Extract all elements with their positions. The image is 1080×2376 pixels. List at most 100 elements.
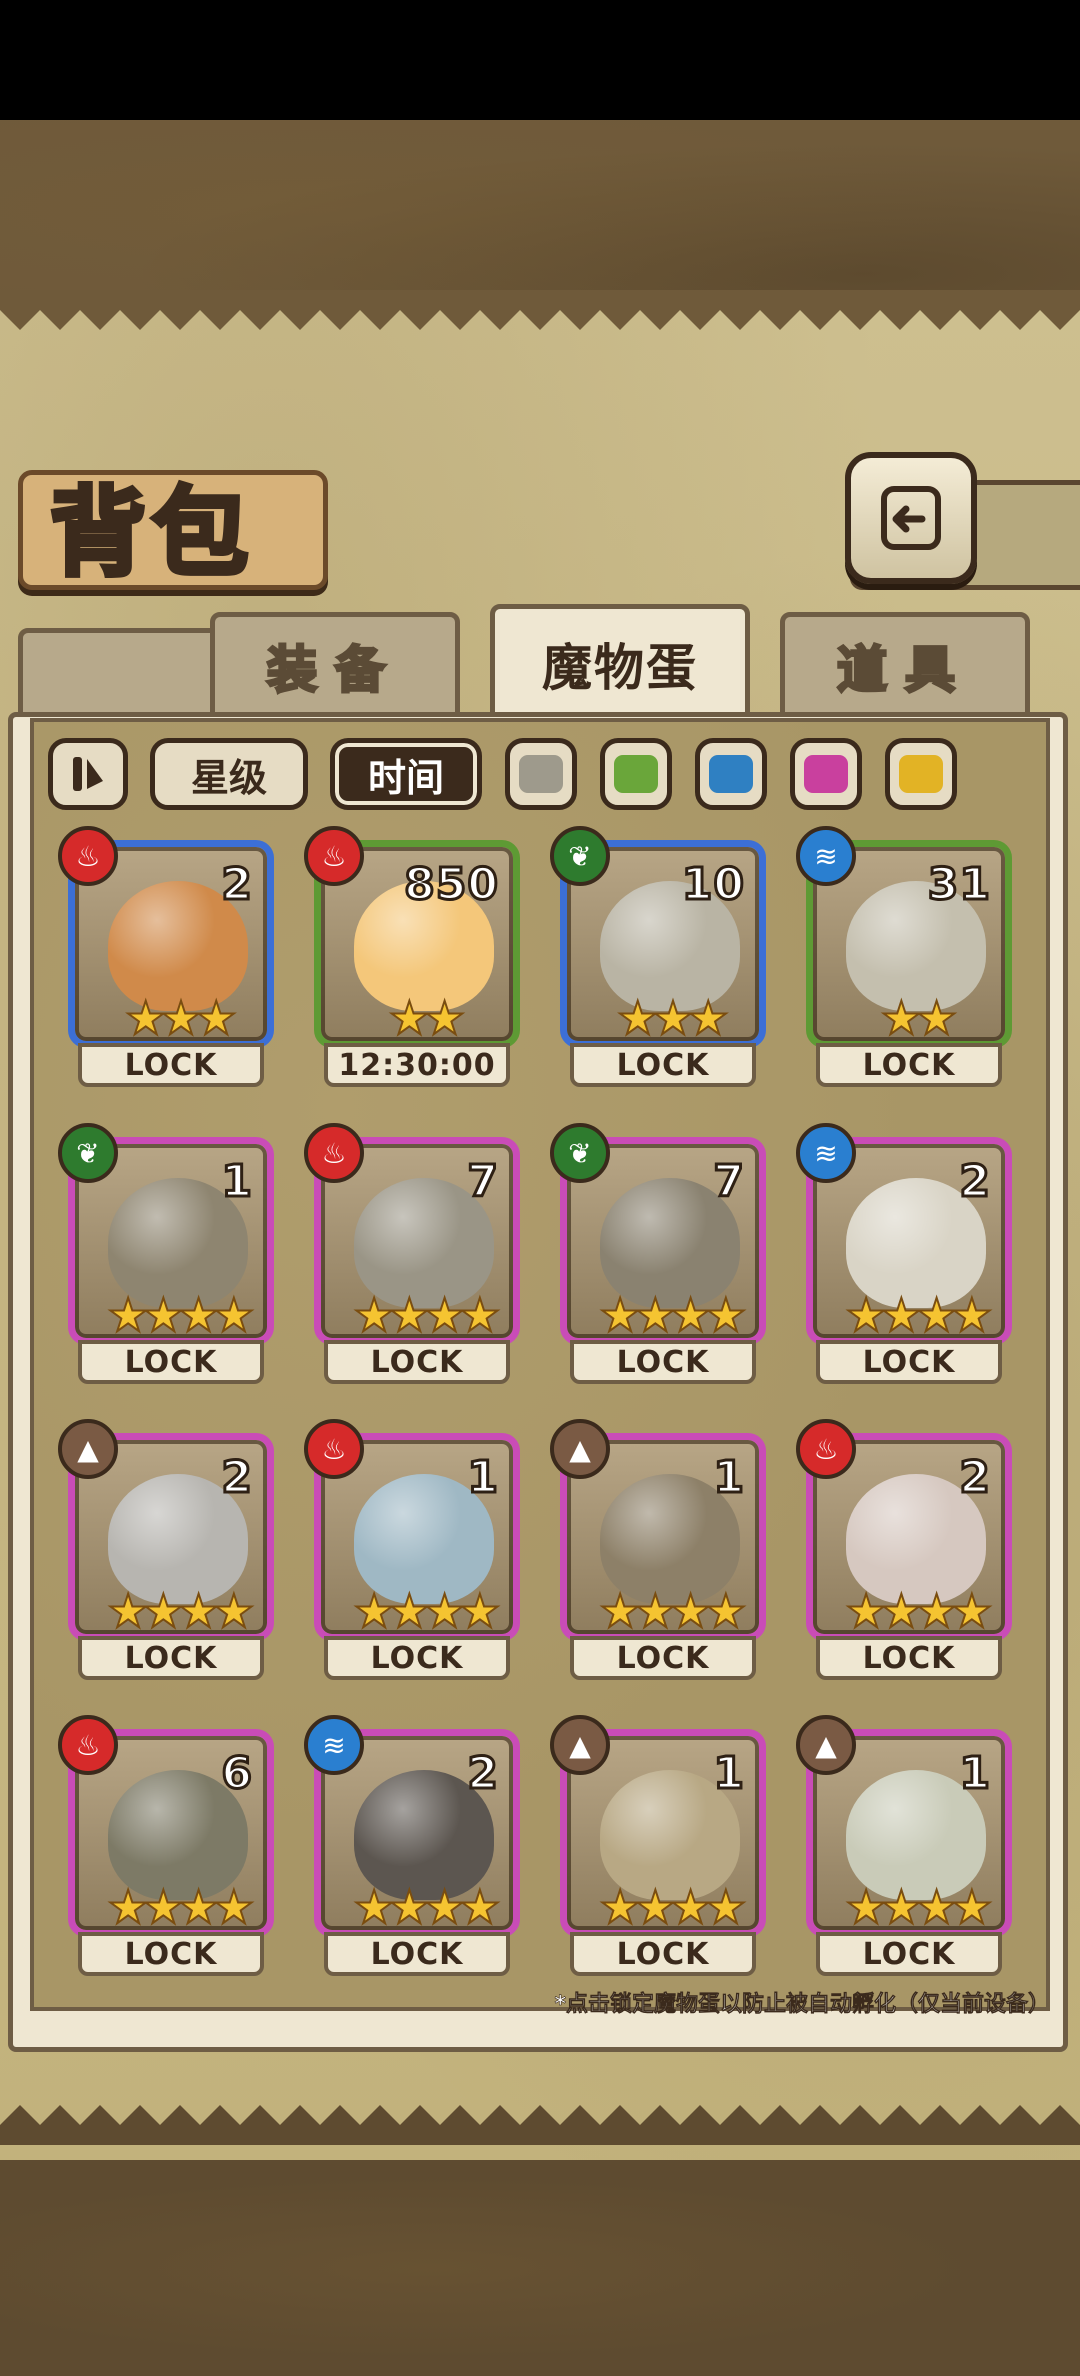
back-arrow-icon: [881, 486, 941, 550]
lock-button[interactable]: LOCK: [78, 1043, 264, 1087]
star-rating: ★★★: [124, 991, 238, 1045]
egg-count: 10: [680, 858, 745, 912]
egg-card[interactable]: 31 ★★ ≋ LOCK: [796, 826, 1012, 1090]
star-rating: ★★★★: [107, 1584, 256, 1638]
egg-card[interactable]: 2 ★★★★ ▲ LOCK: [58, 1419, 274, 1683]
lock-button[interactable]: LOCK: [570, 1636, 756, 1680]
lock-button[interactable]: LOCK: [324, 1636, 510, 1680]
egg-count: 1: [466, 1451, 500, 1505]
egg-count: 31: [926, 858, 991, 912]
filter-blue-swatch[interactable]: [695, 738, 767, 810]
gold-swatch-fill: [899, 755, 943, 793]
fire-element-icon: ♨: [304, 826, 364, 886]
egg-count: 6: [220, 1747, 254, 1801]
lock-button[interactable]: LOCK: [570, 1043, 756, 1087]
lock-button[interactable]: LOCK: [78, 1636, 264, 1680]
star-rating: ★★★★: [599, 1584, 748, 1638]
sort-order-button[interactable]: [48, 738, 128, 810]
egg-count: 1: [958, 1747, 992, 1801]
tab-monster-eggs[interactable]: 魔物蛋: [490, 604, 750, 724]
sort-by-star-button[interactable]: 星级: [150, 738, 308, 810]
earth-element-icon: ▲: [796, 1715, 856, 1775]
egg-card[interactable]: 1 ★★★★ ▲ LOCK: [550, 1715, 766, 1979]
tab-items[interactable]: 道具: [780, 612, 1030, 720]
lock-button[interactable]: LOCK: [816, 1340, 1002, 1384]
earth-element-icon: ▲: [550, 1715, 610, 1775]
egg-card[interactable]: 2 ★★★★ ≋ LOCK: [304, 1715, 520, 1979]
egg-card[interactable]: 850 ★★ ♨ 12:30:00: [304, 826, 520, 1090]
back-button[interactable]: [845, 452, 977, 584]
star-rating: ★★★★: [353, 1880, 502, 1934]
egg-count: 1: [712, 1747, 746, 1801]
leaf-element-icon: ❦: [58, 1123, 118, 1183]
lock-button[interactable]: LOCK: [570, 1932, 756, 1976]
lock-button[interactable]: LOCK: [570, 1340, 756, 1384]
lock-button[interactable]: LOCK: [78, 1340, 264, 1384]
filter-green-swatch[interactable]: [600, 738, 672, 810]
egg-count: 2: [958, 1155, 992, 1209]
tab-equipment[interactable]: 装备: [210, 612, 460, 720]
fire-element-icon: ♨: [304, 1123, 364, 1183]
lock-button[interactable]: LOCK: [816, 1636, 1002, 1680]
egg-card[interactable]: 7 ★★★★ ♨ LOCK: [304, 1123, 520, 1387]
egg-card[interactable]: 6 ★★★★ ♨ LOCK: [58, 1715, 274, 1979]
tab-equipment-label: 装备: [266, 639, 403, 701]
map-background-bottom: [0, 2160, 1080, 2376]
egg-card[interactable]: 2 ★★★ ♨ LOCK: [58, 826, 274, 1090]
egg-card[interactable]: 2 ★★★★ ≋ LOCK: [796, 1123, 1012, 1387]
star-rating: ★★★★: [599, 1880, 748, 1934]
tab-monster-eggs-label: 魔物蛋: [542, 638, 698, 697]
gray-swatch-fill: [519, 755, 563, 793]
lock-hint-text: *点击锁定魔物蛋以防止被自动孵化（仅当前设备）: [554, 1992, 1050, 2018]
torn-edge-top: [0, 290, 1080, 330]
egg-count: 1: [712, 1451, 746, 1505]
egg-card[interactable]: 1 ★★★★ ❦ LOCK: [58, 1123, 274, 1387]
sort-by-star-label: 星级: [190, 754, 267, 800]
egg-card[interactable]: 1 ★★★★ ♨ LOCK: [304, 1419, 520, 1683]
lock-button[interactable]: LOCK: [324, 1932, 510, 1976]
lock-button[interactable]: LOCK: [78, 1932, 264, 1976]
fire-element-icon: ♨: [304, 1419, 364, 1479]
lock-button[interactable]: LOCK: [324, 1340, 510, 1384]
egg-count: 2: [220, 1451, 254, 1505]
filter-pink-swatch[interactable]: [790, 738, 862, 810]
water-element-icon: ≋: [796, 1123, 856, 1183]
star-rating: ★★★★: [353, 1584, 502, 1638]
leaf-element-icon: ❦: [550, 1123, 610, 1183]
egg-card[interactable]: 7 ★★★★ ❦ LOCK: [550, 1123, 766, 1387]
green-swatch-fill: [614, 755, 658, 793]
fire-element-icon: ♨: [796, 1419, 856, 1479]
egg-count: 2: [466, 1747, 500, 1801]
fire-element-icon: ♨: [58, 1715, 118, 1775]
star-rating: ★★★★: [107, 1880, 256, 1934]
filter-gray-swatch[interactable]: [505, 738, 577, 810]
filter-gold-swatch[interactable]: [885, 738, 957, 810]
fire-element-icon: ♨: [58, 826, 118, 886]
star-rating: ★★★★: [353, 1288, 502, 1342]
lock-button[interactable]: LOCK: [816, 1932, 1002, 1976]
star-rating: ★★★★: [599, 1288, 748, 1342]
star-rating: ★★★★: [845, 1584, 994, 1638]
earth-element-icon: ▲: [550, 1419, 610, 1479]
star-rating: ★★★★: [845, 1288, 994, 1342]
tab-left-stub: [18, 628, 228, 720]
star-rating: ★★: [388, 991, 466, 1045]
pink-swatch-fill: [804, 755, 848, 793]
egg-card[interactable]: 2 ★★★★ ♨ LOCK: [796, 1419, 1012, 1683]
water-element-icon: ≋: [796, 826, 856, 886]
egg-count: 7: [712, 1155, 746, 1209]
egg-card[interactable]: 1 ★★★★ ▲ LOCK: [796, 1715, 1012, 1979]
egg-count: 1: [220, 1155, 254, 1209]
egg-card[interactable]: 1 ★★★★ ▲ LOCK: [550, 1419, 766, 1683]
sort-by-time-label: 时间: [367, 754, 444, 800]
sort-by-time-button[interactable]: 时间: [330, 738, 482, 810]
page-title: 背包: [48, 474, 254, 592]
earth-element-icon: ▲: [58, 1419, 118, 1479]
lock-button[interactable]: LOCK: [816, 1043, 1002, 1087]
hatch-timer[interactable]: 12:30:00: [324, 1043, 510, 1087]
star-rating: ★★: [880, 991, 958, 1045]
egg-card[interactable]: 10 ★★★ ❦ LOCK: [550, 826, 766, 1090]
egg-count: 850: [403, 858, 500, 912]
sort-toggle-icon: [73, 757, 103, 791]
star-rating: ★★★★: [845, 1880, 994, 1934]
